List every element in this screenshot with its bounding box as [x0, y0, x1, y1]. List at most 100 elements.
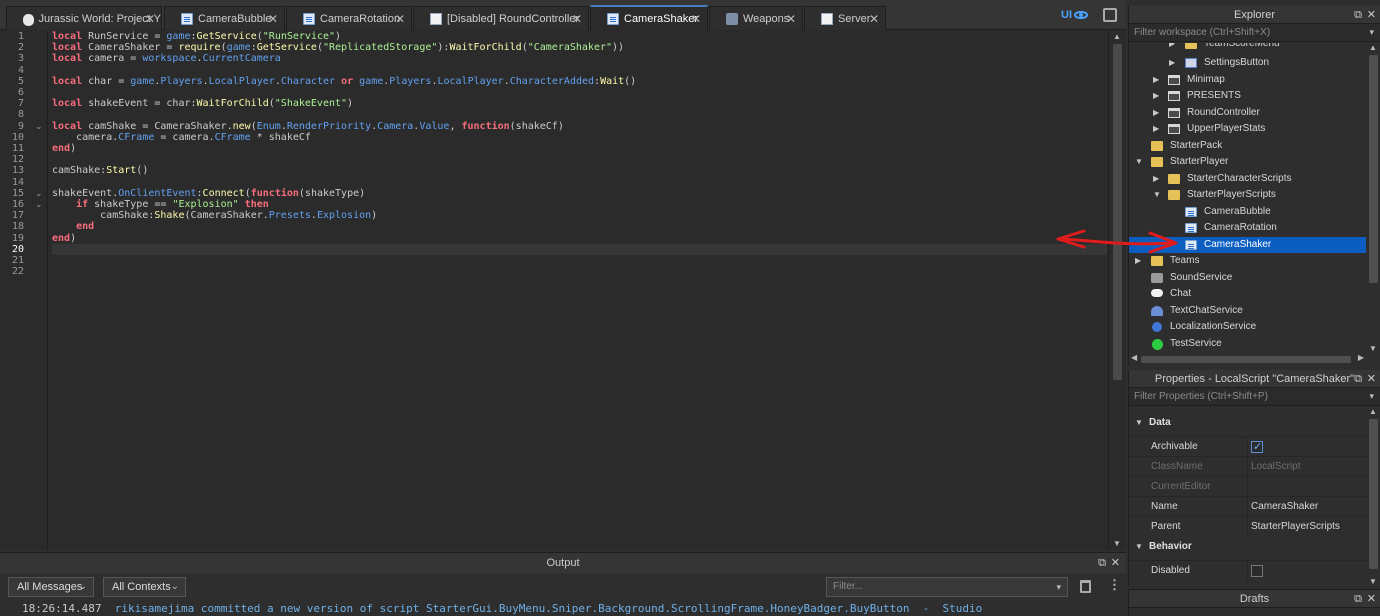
- tree-item-upperplayerstats[interactable]: ▶ UpperPlayerStats: [1129, 121, 1366, 137]
- properties-scrollbar[interactable]: ▲ ▼: [1366, 407, 1380, 586]
- collapse-arrow-icon[interactable]: ▼: [1153, 187, 1161, 203]
- close-icon[interactable]: ✕: [1367, 6, 1376, 24]
- close-icon[interactable]: ✕: [395, 12, 405, 26]
- drafts-header: Drafts ⧉ ✕: [1129, 590, 1380, 608]
- properties-filter-input[interactable]: Filter Properties (Ctrl+Shift+P) ▾: [1129, 388, 1380, 406]
- expand-arrow-icon[interactable]: ▶: [1153, 72, 1159, 88]
- scroll-down-icon[interactable]: ▼: [1369, 344, 1377, 353]
- close-icon[interactable]: ✕: [869, 12, 879, 26]
- scroll-left-icon[interactable]: ◀: [1131, 353, 1137, 362]
- tab-camerabubble[interactable]: CameraBubble ✕: [164, 6, 285, 30]
- tree-item-startercharacterscripts[interactable]: ▶ StarterCharacterScripts: [1129, 171, 1366, 187]
- tree-item-camerarotation[interactable]: CameraRotation: [1129, 220, 1366, 236]
- expand-arrow-icon[interactable]: ▶: [1153, 88, 1159, 104]
- expand-arrow-icon[interactable]: ▶: [1153, 121, 1159, 137]
- expand-arrow-icon[interactable]: ▶: [1153, 171, 1159, 187]
- tree-item-teams[interactable]: ▶ Teams: [1129, 253, 1366, 269]
- device-emulator-icon[interactable]: [1103, 8, 1117, 22]
- tree-item-soundservice[interactable]: SoundService: [1129, 270, 1366, 286]
- scrollbar-thumb[interactable]: [1141, 356, 1351, 363]
- tree-item-camerabubble[interactable]: CameraBubble: [1129, 204, 1366, 220]
- frame-icon: [1168, 91, 1180, 101]
- scrollbar-thumb[interactable]: [1369, 419, 1378, 569]
- explorer-tree[interactable]: ▶ TeamScoreMenu ▶ SettingsButton ▶ Minimap …: [1129, 43, 1366, 353]
- tree-item-starterplayer[interactable]: ▼ StarterPlayer: [1129, 154, 1366, 170]
- scrollbar-thumb[interactable]: [1113, 44, 1122, 380]
- undock-icon[interactable]: ⧉: [1354, 590, 1362, 608]
- property-currenteditor: CurrentEditor: [1129, 476, 1366, 497]
- tree-item-testservice[interactable]: TestService: [1129, 336, 1366, 352]
- tree-item-localizationservice[interactable]: LocalizationService: [1129, 319, 1366, 335]
- expand-arrow-icon[interactable]: ▶: [1169, 43, 1175, 52]
- tree-item-minimap[interactable]: ▶ Minimap: [1129, 72, 1366, 88]
- fold-toggle-icon[interactable]: ⌄: [35, 199, 43, 210]
- explorer-horizontal-scrollbar[interactable]: ◀ ▶: [1129, 353, 1366, 366]
- tree-label: StarterCharacterScripts: [1187, 172, 1292, 184]
- close-icon[interactable]: ✕: [786, 12, 796, 26]
- tree-item-chat[interactable]: Chat: [1129, 286, 1366, 302]
- output-filter-input[interactable]: Filter... ▾: [826, 577, 1068, 597]
- close-icon[interactable]: ✕: [691, 12, 701, 26]
- tree-item-settingsbutton[interactable]: ▶ SettingsButton: [1129, 55, 1366, 71]
- expand-arrow-icon[interactable]: ▶: [1135, 253, 1141, 269]
- scroll-down-icon[interactable]: ▼: [1113, 539, 1121, 548]
- tree-item-starterplayerscripts[interactable]: ▼ StarterPlayerScripts: [1129, 187, 1366, 203]
- ui-visibility-toggle[interactable]: UI: [1061, 9, 1072, 21]
- explorer-filter-input[interactable]: Filter workspace (Ctrl+Shift+X) ▾: [1129, 24, 1380, 42]
- eye-icon[interactable]: [1074, 11, 1088, 19]
- scroll-down-icon[interactable]: ▼: [1369, 577, 1377, 586]
- tree-label: TestService: [1170, 337, 1222, 349]
- close-icon[interactable]: ✕: [1367, 370, 1376, 388]
- messages-filter-dropdown[interactable]: All Messages ⌄: [8, 577, 94, 597]
- clear-output-trash-icon[interactable]: [1080, 580, 1091, 593]
- collapse-arrow-icon[interactable]: ▼: [1135, 154, 1143, 170]
- more-options-icon[interactable]: ⋮: [1108, 577, 1121, 593]
- close-icon[interactable]: ✕: [145, 12, 155, 26]
- property-name: Disabled: [1151, 565, 1190, 576]
- category-data[interactable]: ▼ Data: [1129, 413, 1366, 433]
- name-value-field[interactable]: CameraShaker: [1251, 497, 1318, 516]
- tab-camerarotation[interactable]: CameraRotation ✕: [286, 6, 412, 30]
- archivable-checkbox[interactable]: [1251, 438, 1263, 457]
- undock-icon[interactable]: ⧉: [1354, 370, 1362, 388]
- tab-roundcontroller[interactable]: [Disabled] RoundController ✕: [413, 6, 589, 30]
- property-archivable: Archivable: [1129, 436, 1366, 457]
- code-line: local char = game.Players.LocalPlayer.Ch…: [52, 75, 637, 87]
- explorer-vertical-scrollbar[interactable]: ▲ ▼: [1366, 43, 1380, 353]
- fold-toggle-icon[interactable]: ⌄: [35, 188, 43, 199]
- close-icon[interactable]: ✕: [1367, 590, 1376, 608]
- tab-weapons[interactable]: Weapons ✕: [709, 6, 803, 30]
- parent-value-field[interactable]: StarterPlayerScripts: [1251, 517, 1340, 536]
- tree-item-teamscoremenu[interactable]: ▶ TeamScoreMenu: [1129, 43, 1366, 52]
- tab-jurassic-world[interactable]: Jurassic World: Project Y ✕: [6, 6, 162, 30]
- fold-toggle-icon[interactable]: ⌄: [35, 121, 43, 132]
- scroll-up-icon[interactable]: ▲: [1113, 32, 1121, 41]
- tree-item-textchatservice[interactable]: TextChatService: [1129, 303, 1366, 319]
- tab-camerashaker[interactable]: CameraShaker ✕: [590, 5, 708, 31]
- code-area[interactable]: local RunService = game:GetService("RunS…: [52, 30, 1107, 550]
- scroll-up-icon[interactable]: ▲: [1369, 407, 1377, 416]
- tree-item-camerashaker[interactable]: CameraShaker: [1129, 236, 1366, 253]
- scrollbar-thumb[interactable]: [1369, 55, 1378, 283]
- contexts-filter-dropdown[interactable]: All Contexts ⌄: [103, 577, 186, 597]
- category-behavior[interactable]: ▼ Behavior: [1129, 537, 1366, 557]
- tab-server[interactable]: Server ✕: [804, 6, 886, 30]
- scroll-right-icon[interactable]: ▶: [1358, 353, 1364, 362]
- panel-title: Drafts: [1239, 593, 1270, 605]
- undock-icon[interactable]: ⧉: [1354, 6, 1362, 24]
- undock-icon[interactable]: ⧉: [1098, 553, 1106, 573]
- expand-arrow-icon[interactable]: ▶: [1169, 55, 1175, 71]
- close-icon[interactable]: ✕: [268, 12, 278, 26]
- tree-item-presents[interactable]: ▶ PRESENTS: [1129, 88, 1366, 104]
- close-icon[interactable]: ✕: [572, 12, 582, 26]
- collapse-arrow-icon[interactable]: ▼: [1135, 537, 1143, 557]
- disabled-checkbox[interactable]: [1251, 565, 1263, 577]
- expand-arrow-icon[interactable]: ▶: [1153, 105, 1159, 121]
- collapse-arrow-icon[interactable]: ▼: [1135, 413, 1143, 433]
- script-editor[interactable]: 1 2 3 4 5 6 7 8 9 10 11 12 13 14 15 16 1…: [0, 30, 1126, 550]
- tree-item-roundcontroller[interactable]: ▶ RoundController: [1129, 105, 1366, 121]
- editor-scrollbar[interactable]: ▲ ▼: [1108, 30, 1126, 550]
- scroll-up-icon[interactable]: ▲: [1369, 43, 1377, 52]
- tree-item-starterpack[interactable]: StarterPack: [1129, 138, 1366, 154]
- close-icon[interactable]: ✕: [1111, 553, 1120, 573]
